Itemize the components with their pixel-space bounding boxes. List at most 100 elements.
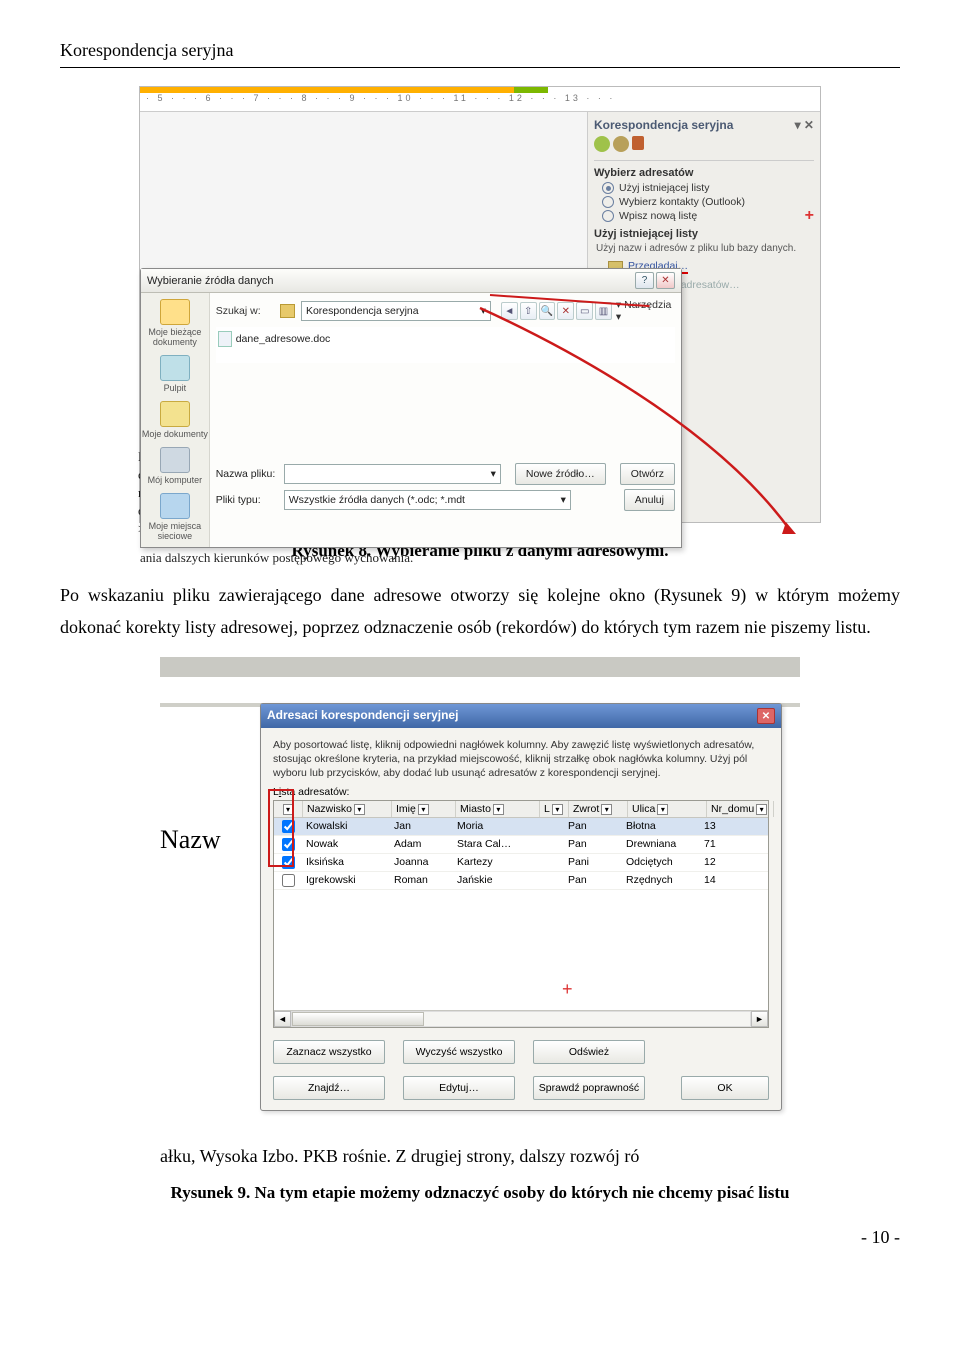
- running-header: Korespondencja seryjna: [60, 40, 900, 61]
- table-cell: Adam: [390, 836, 453, 853]
- scroll-left-icon[interactable]: ◄: [274, 1011, 291, 1027]
- table-cell: Stara Cal…: [453, 836, 536, 853]
- table-cell: [536, 818, 564, 835]
- table-cell: Igrekowski: [302, 872, 390, 889]
- background-text-fragment: Nazw: [160, 825, 221, 855]
- place-network[interactable]: Moje miejsca sieciowe: [141, 493, 209, 541]
- pane-nav-icons: [594, 136, 814, 152]
- table-cell: 13: [700, 818, 766, 835]
- scroll-right-icon[interactable]: ►: [751, 1011, 768, 1027]
- folder-icon: [280, 304, 295, 318]
- table-row[interactable]: KowalskiJanMoria PanBłotna13: [274, 818, 768, 836]
- plus-icon: +: [562, 979, 573, 1000]
- place-recent[interactable]: Moje bieżące dokumenty: [141, 299, 209, 347]
- table-cell: Pan: [564, 872, 622, 889]
- table-cell: Jańskie: [453, 872, 536, 889]
- lookin-value: Korespondencja seryjna: [306, 305, 419, 317]
- col-houseno[interactable]: Nr_domu▾: [707, 801, 774, 817]
- word-ruler: · 5 · · · 6 · · · 7 · · · 8 · · · 9 · · …: [140, 93, 820, 112]
- figure-2-caption: Rysunek 9. Na tym etapie możemy odznaczy…: [60, 1183, 900, 1203]
- table-row[interactable]: IksińskaJoannaKartezyPaniOdciętych12: [274, 854, 768, 872]
- table-cell: Kowalski: [302, 818, 390, 835]
- place-mydocs[interactable]: Moje dokumenty: [141, 401, 209, 439]
- use-list-description: Użyj nazw i adresów z pliku lub bazy dan…: [596, 243, 814, 254]
- col-street[interactable]: Ulica▾: [628, 801, 707, 817]
- hscrollbar[interactable]: ◄ ►: [274, 1010, 768, 1027]
- file-name: dane_adresowe.doc: [236, 333, 331, 345]
- table-cell: Pan: [564, 818, 622, 835]
- table-cell: Roman: [390, 872, 453, 889]
- table-header: ▾ Nazwisko▾ Imię▾ Miasto▾ L▾ Zwrot▾ Ulic…: [274, 801, 768, 818]
- radio-outlook[interactable]: Wybierz kontakty (Outlook): [602, 196, 814, 208]
- lookin-label: Szukaj w:: [216, 305, 274, 317]
- ok-button[interactable]: OK: [681, 1076, 769, 1100]
- annotation-red-box: [268, 789, 294, 867]
- close-icon[interactable]: ✕: [656, 272, 675, 289]
- dialog-title: Wybieranie źródła danych: [147, 275, 273, 287]
- place-desktop[interactable]: Pulpit: [141, 355, 209, 393]
- refresh-button[interactable]: Odśwież: [533, 1040, 645, 1064]
- filetype-value: Wszystkie źródła danych (*.odc; *.mdt: [289, 494, 465, 506]
- section-select-recipients: Wybierz adresatów: [594, 167, 814, 179]
- pane-title: Korespondencja seryjna: [594, 118, 733, 132]
- document-area: Izbo. PKB roś cenianie wag i n horyzonty…: [140, 112, 587, 522]
- list-label: Lista adresatów:: [273, 786, 769, 798]
- figure-2: Nazw Adresaci korespondencji seryjnej ✕ …: [60, 657, 900, 1169]
- filename-input[interactable]: ▾: [284, 464, 501, 484]
- page-number: - 10 -: [60, 1227, 900, 1248]
- table-cell: 14: [700, 872, 766, 889]
- lookin-combo[interactable]: Korespondencja seryjna ▾: [301, 301, 491, 321]
- table-cell: Błotna: [622, 818, 700, 835]
- table-cell: Kartezy: [453, 854, 536, 871]
- table-cell: Nowak: [302, 836, 390, 853]
- header-rule: [60, 67, 900, 68]
- recipients-table[interactable]: ▾ Nazwisko▾ Imię▾ Miasto▾ L▾ Zwrot▾ Ulic…: [273, 800, 769, 1028]
- clear-all-button[interactable]: Wyczyść wszystko: [403, 1040, 515, 1064]
- dialog2-title: Adresaci korespondencji seryjnej: [267, 708, 458, 724]
- col-lastname[interactable]: Nazwisko▾: [303, 801, 392, 817]
- select-all-button[interactable]: Zaznacz wszystko: [273, 1040, 385, 1064]
- section-use-list: Użyj istniejącej listy: [594, 228, 814, 240]
- table-cell: Jan: [390, 818, 453, 835]
- table-cell: Moria: [453, 818, 536, 835]
- edit-button[interactable]: Edytuj…: [403, 1076, 515, 1100]
- figure-1: · 5 · · · 6 · · · 7 · · · 8 · · · 9 · · …: [60, 86, 900, 527]
- col-firstname[interactable]: Imię▾: [392, 801, 456, 817]
- table-cell: [536, 854, 564, 871]
- back-nav-icon[interactable]: [594, 136, 610, 152]
- filename-label: Nazwa pliku:: [216, 468, 278, 480]
- fwd-nav-icon[interactable]: [613, 136, 629, 152]
- plus-icon: +: [805, 207, 814, 225]
- recipients-dialog: Adresaci korespondencji seryjnej ✕ Aby p…: [260, 703, 782, 1111]
- table-cell: Iksińska: [302, 854, 390, 871]
- col-l[interactable]: L▾: [540, 801, 569, 817]
- pane-close-icon[interactable]: ▾ ✕: [795, 118, 814, 132]
- body-paragraph: Po wskazaniu pliku zawierającego dane ad…: [60, 579, 900, 643]
- help-icon[interactable]: ?: [635, 272, 654, 289]
- radio-use-list[interactable]: Użyj istniejącej listy: [602, 182, 814, 194]
- row-checkbox[interactable]: [274, 872, 302, 889]
- col-city[interactable]: Miasto▾: [456, 801, 540, 817]
- table-cell: Pan: [564, 836, 622, 853]
- radio-new-list[interactable]: Wpisz nową listę: [602, 210, 814, 222]
- col-title[interactable]: Zwrot▾: [569, 801, 628, 817]
- table-cell: Rzędnych: [622, 872, 700, 889]
- places-bar: Moje bieżące dokumenty Pulpit Moje dokum…: [141, 293, 210, 547]
- dialog2-instructions: Aby posortować listę, kliknij odpowiedni…: [273, 738, 769, 780]
- close-icon[interactable]: ✕: [757, 708, 775, 724]
- table-cell: Drewniana: [622, 836, 700, 853]
- document-icon: [218, 331, 232, 347]
- background-text-foot: ałku, Wysoka Izbo. PKB rośnie. Z drugiej…: [160, 1137, 800, 1169]
- table-cell: [536, 836, 564, 853]
- find-button[interactable]: Znajdź…: [273, 1076, 385, 1100]
- place-computer[interactable]: Mój komputer: [141, 447, 209, 485]
- table-row[interactable]: IgrekowskiRomanJańskie PanRzędnych14: [274, 872, 768, 890]
- table-cell: 12: [700, 854, 766, 871]
- filetype-label: Pliki typu:: [216, 494, 278, 506]
- table-row[interactable]: NowakAdamStara Cal… PanDrewniana71: [274, 836, 768, 854]
- table-cell: 71: [700, 836, 766, 853]
- table-cell: [536, 872, 564, 889]
- home-nav-icon[interactable]: [632, 136, 644, 150]
- validate-button[interactable]: Sprawdź poprawność: [533, 1076, 645, 1100]
- window-grey-bar: [160, 657, 800, 677]
